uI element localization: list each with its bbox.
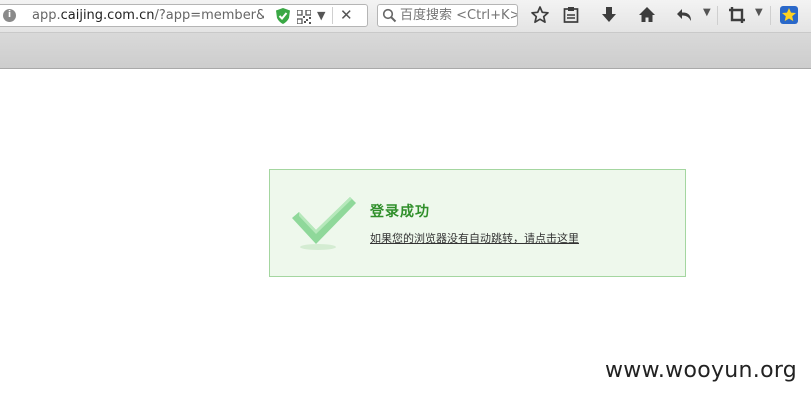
home-icon[interactable] xyxy=(637,5,659,27)
redirect-link[interactable]: 如果您的浏览器没有自动跳转，请点击这里 xyxy=(370,230,579,246)
browser-toolbar: i app.caijing.com.cn/?app=member&cc ▼ ✕ xyxy=(0,0,811,33)
page-title: 登录成功 xyxy=(370,204,430,220)
crop-icon[interactable] xyxy=(727,5,749,27)
url-text[interactable]: app.caijing.com.cn/?app=member&cc xyxy=(32,8,264,24)
divider xyxy=(770,6,771,25)
shield-icon[interactable] xyxy=(276,8,290,24)
divider xyxy=(717,6,718,25)
history-dropdown-icon[interactable]: ▼ xyxy=(317,7,325,25)
url-domain: caijing.com.cn xyxy=(60,8,155,23)
globe-icon[interactable]: i xyxy=(3,9,16,22)
reading-list-icon[interactable] xyxy=(561,5,583,27)
crop-dropdown-icon[interactable]: ▼ xyxy=(755,7,763,18)
search-icon[interactable] xyxy=(382,8,397,23)
url-path: /?app=member&cc xyxy=(154,8,264,23)
undo-dropdown-icon[interactable]: ▼ xyxy=(703,7,711,18)
address-bar[interactable]: i app.caijing.com.cn/?app=member&cc ▼ ✕ xyxy=(0,4,368,27)
divider xyxy=(332,7,333,24)
star-icon[interactable] xyxy=(530,5,552,27)
download-icon[interactable] xyxy=(599,5,621,27)
search-bar[interactable] xyxy=(377,4,518,27)
url-prefix: app. xyxy=(32,8,61,23)
extension-star-icon[interactable] xyxy=(779,5,801,27)
login-success-message: 登录成功 如果您的浏览器没有自动跳转，请点击这里 xyxy=(269,169,686,277)
undo-icon[interactable] xyxy=(675,5,697,27)
search-input[interactable] xyxy=(400,7,517,24)
close-icon[interactable]: ✕ xyxy=(340,6,353,25)
qr-code-icon[interactable] xyxy=(296,9,312,25)
checkmark-icon xyxy=(290,192,362,254)
watermark: www.wooyun.org xyxy=(605,358,798,383)
bookmarks-bar xyxy=(0,33,811,69)
